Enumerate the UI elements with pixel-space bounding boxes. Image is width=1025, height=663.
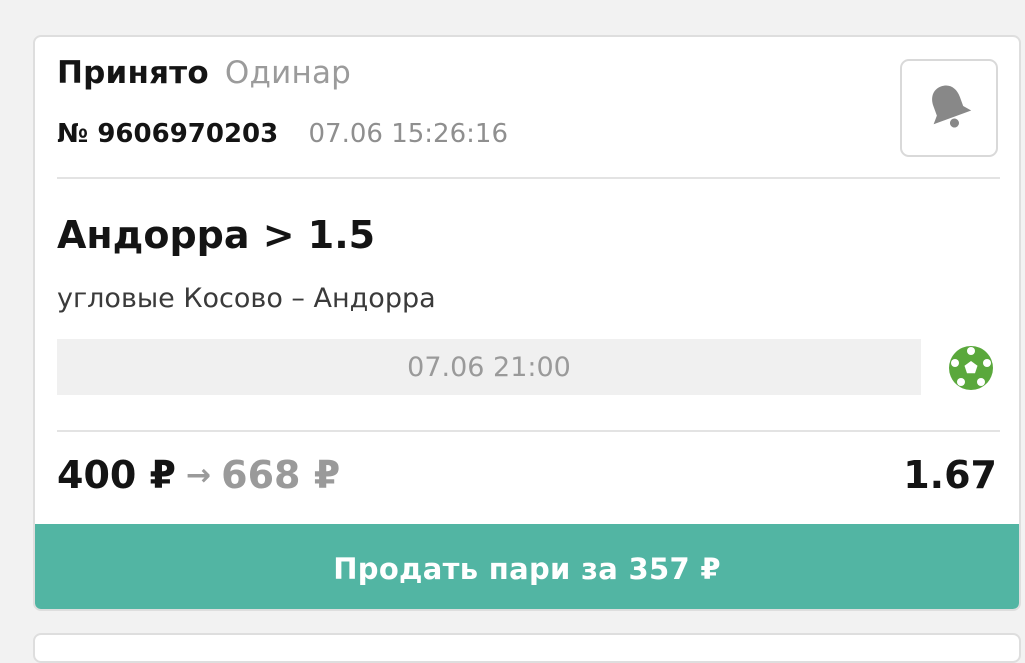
potential-payout: 668 ₽ <box>221 453 341 497</box>
bet-id-line: № 9606970203 07.06 15:26:16 <box>57 119 508 149</box>
stake-line: 400 ₽ → 668 ₽ <box>57 453 340 497</box>
bet-card: Принято Одинар № 9606970203 07.06 15:26:… <box>33 35 1021 611</box>
notification-button[interactable] <box>900 59 998 157</box>
sell-bet-button[interactable]: Продать пари за 357 ₽ <box>35 524 1019 609</box>
arrow-right-icon: → <box>186 457 212 493</box>
bet-status: Принято <box>57 55 209 91</box>
bet-market: Андорра > 1.5 <box>57 213 376 257</box>
event-name: угловые Косово – Андорра <box>57 283 436 314</box>
divider-top <box>57 177 1000 179</box>
stake-amount: 400 ₽ <box>57 453 176 497</box>
soccer-ball-icon <box>949 346 993 390</box>
bet-odds: 1.67 <box>903 453 997 497</box>
event-start-time: 07.06 21:00 <box>57 339 921 395</box>
bet-number: № 9606970203 <box>57 119 279 149</box>
bell-icon <box>932 85 972 128</box>
bet-status-line: Принято Одинар <box>57 55 351 91</box>
next-bet-card <box>33 633 1021 663</box>
bet-placed-at: 07.06 15:26:16 <box>308 119 508 149</box>
bet-type: Одинар <box>224 55 352 91</box>
divider-bottom <box>57 430 1000 432</box>
